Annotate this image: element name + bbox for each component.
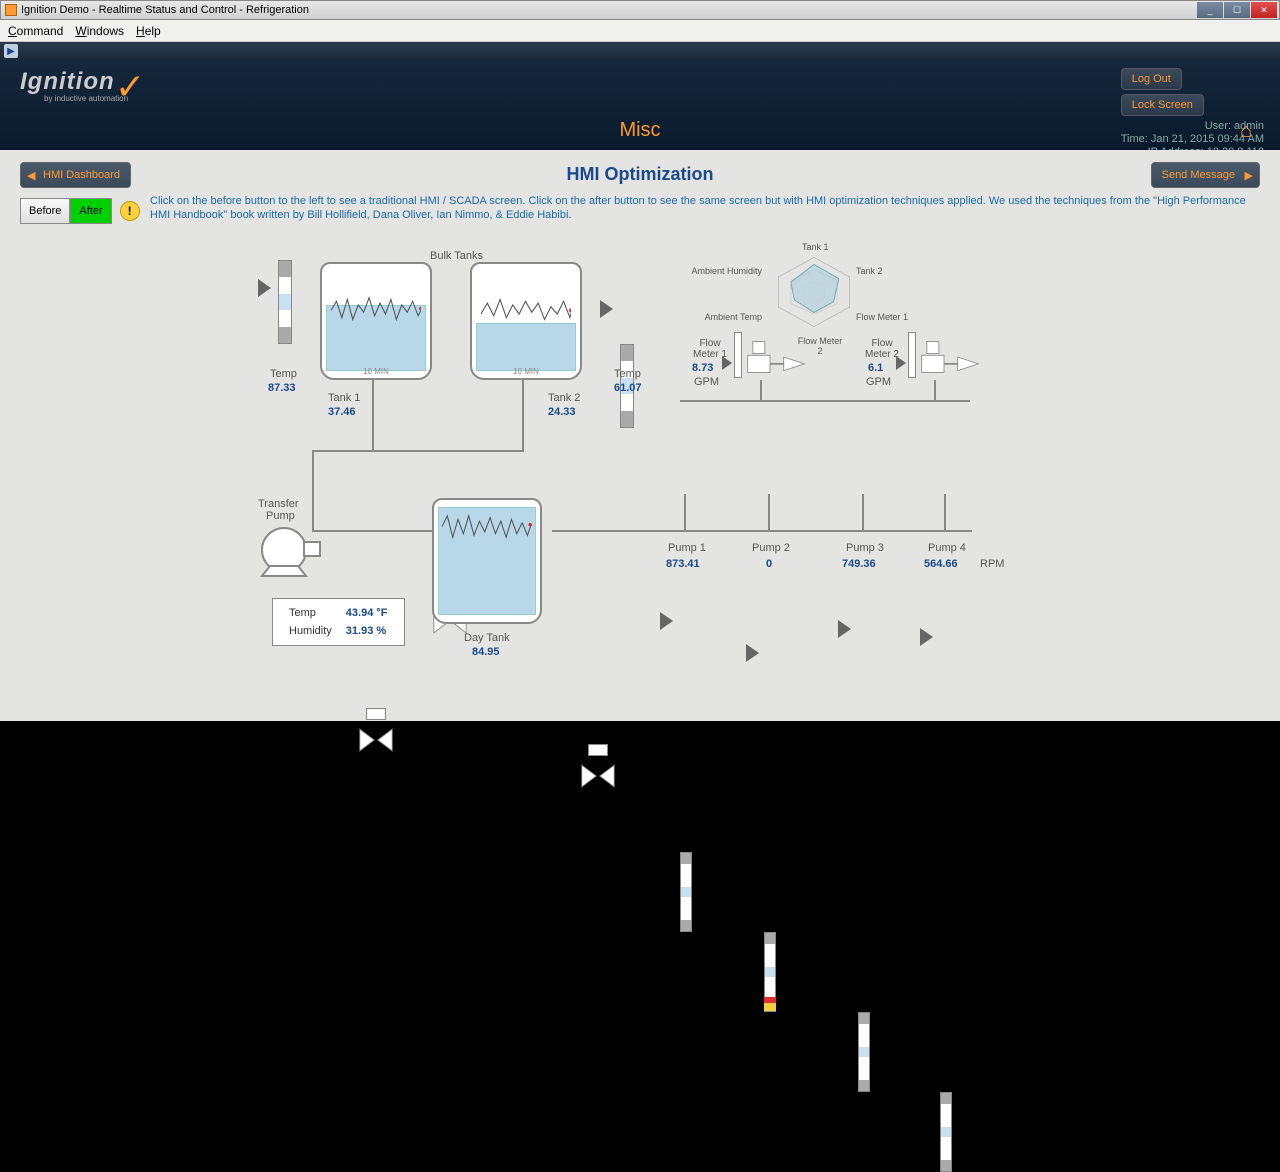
window-maximize-button[interactable]: ☐ — [1224, 2, 1250, 18]
tank-1-label: Tank 1 — [328, 392, 360, 404]
day-tank-value: 84.95 — [472, 646, 500, 658]
flow1-play-icon — [722, 356, 732, 370]
quick-toolbar: ▶ — [0, 42, 1280, 60]
pump-3-play-icon — [838, 620, 851, 638]
back-button[interactable]: HMI Dashboard — [20, 162, 131, 188]
window-titlebar: Ignition Demo - Realtime Status and Cont… — [0, 0, 1280, 20]
tank-1-value: 37.46 — [328, 406, 356, 418]
window-title: Ignition Demo - Realtime Status and Cont… — [21, 4, 309, 16]
radar-label-ambh: Ambient Humidity — [690, 266, 762, 276]
radar-chart — [768, 252, 860, 332]
menu-bar: Command Windows Help — [0, 20, 1280, 42]
temp-left-label: Temp — [270, 368, 297, 380]
lockscreen-button[interactable]: Lock Screen — [1121, 94, 1204, 116]
radar-label-tank2: Tank 2 — [856, 266, 883, 276]
transfer-pump-icon — [254, 522, 324, 585]
quick-nav-icon[interactable]: ▶ — [4, 44, 18, 58]
home-icon[interactable]: ⌂ — [1240, 120, 1264, 144]
menu-command[interactable]: Command — [8, 24, 63, 38]
logo: Ignition ✓ by inductive automation — [20, 68, 128, 103]
flow1-mini-bar — [734, 332, 742, 378]
env-hum-label: Humidity — [283, 623, 338, 639]
radar-label-tank1: Tank 1 — [802, 242, 829, 252]
flow2-unit: GPM — [866, 376, 891, 388]
env-temp-label: Temp — [283, 605, 338, 621]
env-temp-value: 43.94 °F — [340, 605, 394, 621]
temp-right-indicator-icon — [600, 300, 613, 318]
window-minimize-button[interactable]: _ — [1197, 2, 1223, 18]
flow2-label1: Flow — [862, 338, 902, 349]
tank-2-caption: 10 MIN — [513, 367, 539, 376]
pump-1-play-icon — [660, 612, 673, 630]
pump-3-label: Pump 3 — [846, 542, 884, 554]
tank-2-label: Tank 2 — [548, 392, 580, 404]
header-section-title: Misc — [619, 119, 660, 142]
app-icon — [5, 4, 17, 16]
temp-left-bar — [278, 260, 292, 344]
temp-right-label: Temp — [614, 368, 641, 380]
flow1-unit: GPM — [694, 376, 719, 388]
radar-label-fm1: Flow Meter 1 — [856, 312, 908, 322]
tank-2: 10 MIN — [470, 262, 582, 380]
pump-4-bar — [940, 1092, 952, 1172]
page-title: HMI Optimization — [14, 160, 1266, 185]
app-header: Ignition ✓ by inductive automation Misc … — [0, 60, 1280, 150]
flow1-label1: Flow — [690, 338, 730, 349]
tank-1: 10 MIN — [320, 262, 432, 380]
before-button[interactable]: Before — [20, 198, 70, 224]
day-tank-label: Day Tank — [464, 632, 510, 644]
ambient-readout-box: Temp43.94 °F Humidity31.93 % — [272, 598, 405, 646]
pump-1-value: 873.41 — [666, 558, 700, 570]
pump-2-value: 0 — [766, 558, 772, 570]
pump-4-label: Pump 4 — [928, 542, 966, 554]
flow2-play-icon — [896, 356, 906, 370]
menu-help[interactable]: Help — [136, 24, 161, 38]
process-diagram: Bulk Tanks Temp 87.33 10 MIN Tank 1 37.4… — [0, 240, 1260, 720]
flow2-manifold-icon — [920, 338, 980, 391]
logo-text: Ignition — [20, 68, 115, 95]
logo-swoosh-icon: ✓ — [115, 66, 145, 108]
tank-2-value: 24.33 — [548, 406, 576, 418]
flow2-value: 6.1 — [868, 362, 883, 374]
rpm-label: RPM — [980, 558, 1004, 570]
pump-2-label: Pump 2 — [752, 542, 790, 554]
transfer-pump-label-2: Pump — [266, 510, 295, 522]
pump-4-value: 564.66 — [924, 558, 958, 570]
pump-1-label: Pump 1 — [668, 542, 706, 554]
menu-windows[interactable]: Windows — [75, 24, 124, 38]
env-hum-value: 31.93 % — [340, 623, 394, 639]
valve-right — [580, 758, 616, 794]
after-button[interactable]: After — [70, 198, 111, 224]
tank-1-caption: 10 MIN — [363, 367, 389, 376]
radar-label-ambt: Ambient Temp — [696, 312, 762, 322]
temp-left-value: 87.33 — [268, 382, 296, 394]
temp-right-value: 61.07 — [614, 382, 642, 394]
info-text: Click on the before button to the left t… — [150, 194, 1266, 223]
content-area: HMI Dashboard HMI Optimization Send Mess… — [0, 150, 1280, 721]
flow2-mini-bar — [908, 332, 916, 378]
window-close-button[interactable]: ✕ — [1251, 2, 1277, 18]
valve-left — [358, 722, 394, 758]
pump-2-play-icon — [746, 644, 759, 662]
transfer-pump-label-1: Transfer — [258, 498, 299, 510]
send-message-button[interactable]: Send Message — [1151, 162, 1260, 188]
info-icon: ! — [120, 201, 140, 221]
pump-4-play-icon — [920, 628, 933, 646]
pump-1-bar — [680, 852, 692, 932]
pump-3-value: 749.36 — [842, 558, 876, 570]
pump-3-bar — [858, 1012, 870, 1092]
flow1-manifold-icon — [746, 338, 806, 391]
day-tank — [432, 498, 542, 624]
pump-2-bar — [764, 932, 776, 1012]
logout-button[interactable]: Log Out — [1121, 68, 1182, 90]
temp-left-indicator-icon — [258, 279, 271, 297]
flow1-value: 8.73 — [692, 362, 713, 374]
bulk-tanks-label: Bulk Tanks — [430, 250, 483, 262]
